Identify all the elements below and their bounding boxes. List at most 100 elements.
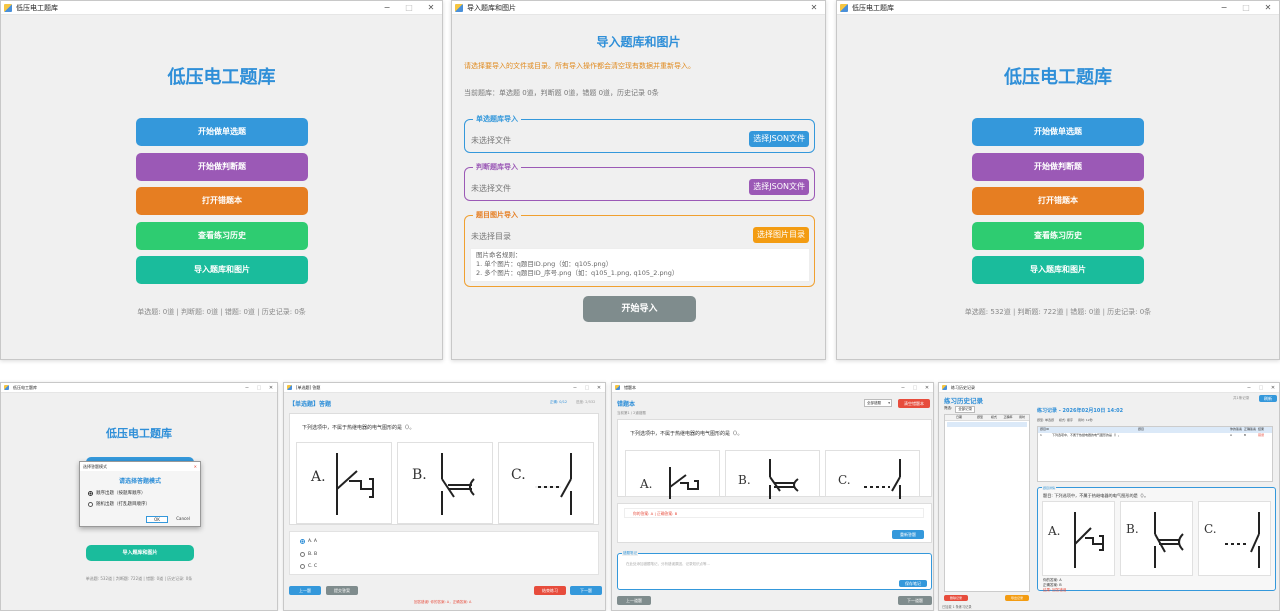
thermal-relay-symbol-c bbox=[535, 453, 572, 515]
next-wrong-button[interactable]: 下一道题 bbox=[898, 596, 932, 605]
single-select-button[interactable]: 选择JSON文件 bbox=[749, 131, 809, 147]
radio-unchecked-icon[interactable] bbox=[88, 501, 93, 507]
minimize-icon[interactable]: − bbox=[1243, 385, 1255, 391]
close-icon[interactable]: ✕ bbox=[420, 3, 442, 12]
start-import-button[interactable]: 开始导入 bbox=[583, 296, 696, 322]
wrongbook-button[interactable]: 打开错题本 bbox=[972, 187, 1144, 215]
dialog-heading: 请选择答题模式 bbox=[118, 478, 161, 485]
wrong-count: 当前第1 / 2道错题 bbox=[617, 411, 646, 415]
refresh-button[interactable]: 刷新 bbox=[1259, 395, 1277, 402]
question-area: 下列选项中，不属于热继电器的电气图形的是（）。 A. B. C. bbox=[617, 419, 932, 499]
rule-single: 1. 单个图片：q题目ID.png（如：q105.png） bbox=[476, 260, 613, 268]
answer-result: 回答错误! 你的答案: A，正确答案: A bbox=[414, 600, 472, 604]
prev-wrong-button[interactable]: 上一道题 bbox=[617, 596, 651, 605]
list-col-rate: 正确率 bbox=[1003, 415, 1013, 419]
figure-b-label: B. bbox=[1126, 522, 1139, 536]
window-title: 低压电工题库 bbox=[852, 3, 894, 12]
thermal-relay-symbol-b bbox=[1154, 512, 1184, 568]
cancel-button[interactable]: Cancel bbox=[172, 516, 194, 523]
maximize-icon[interactable]: □ bbox=[1255, 385, 1267, 391]
option-c[interactable]: C. C bbox=[300, 564, 317, 569]
maximize-icon[interactable]: □ bbox=[1235, 3, 1257, 12]
dialog-close-icon[interactable]: ✕ bbox=[194, 462, 200, 471]
import-warning: 请选择要导入的文件或目录。所有导入操作都会清空现有数据并重新导入。 bbox=[464, 62, 695, 70]
note-group: 错题笔记 在此处添加错题笔记，分析错误原因、记录知识点等... 保存笔记 bbox=[617, 551, 932, 590]
maximize-icon[interactable]: □ bbox=[398, 3, 420, 12]
thermal-relay-symbol-a bbox=[1074, 512, 1104, 568]
radio-unchecked-icon[interactable] bbox=[300, 564, 305, 569]
radio-checked-icon[interactable] bbox=[88, 490, 93, 496]
option-sequential[interactable]: 顺序出题（按题库顺序） bbox=[88, 490, 146, 496]
clear-wrongbook-button[interactable]: 清空错题本 bbox=[898, 399, 930, 408]
option-a-label: A. A bbox=[308, 539, 317, 544]
filter-select[interactable]: 全部记录 bbox=[955, 406, 976, 413]
titlebar: 低压电工题库 − □ ✕ bbox=[1, 383, 277, 393]
close-icon[interactable]: ✕ bbox=[1267, 385, 1279, 391]
filter-select[interactable]: 全部错题 ▾ bbox=[864, 399, 892, 407]
option-random[interactable]: 随机出题（打乱题目顺序） bbox=[88, 501, 150, 507]
close-icon[interactable]: ✕ bbox=[803, 3, 825, 12]
start-single-button[interactable]: 开始做单选题 bbox=[972, 118, 1144, 146]
app-heading: 低压电工题库 bbox=[1004, 67, 1112, 88]
app-icon bbox=[615, 385, 620, 390]
start-judge-button[interactable]: 开始做判断题 bbox=[136, 153, 308, 181]
table-row[interactable]: 1 下列选项中，不属于热继电器的电气图形的是（）。 A B 错误 bbox=[1038, 433, 1272, 439]
list-col-mode: 模式 bbox=[990, 415, 997, 419]
radio-unchecked-icon[interactable] bbox=[300, 552, 305, 557]
footer-status: 已加载 1 条练习记录 bbox=[942, 605, 972, 609]
wrongbook-button[interactable]: 打开错题本 bbox=[136, 187, 308, 215]
close-icon[interactable]: ✕ bbox=[265, 385, 277, 391]
minimize-icon[interactable]: − bbox=[897, 385, 909, 391]
minimize-icon[interactable]: − bbox=[376, 3, 398, 12]
minimize-icon[interactable]: − bbox=[241, 385, 253, 391]
export-record-button[interactable]: 导出记录 bbox=[1005, 595, 1029, 601]
submit-answer-button[interactable]: 提交答案 bbox=[326, 586, 358, 595]
start-judge-button[interactable]: 开始做判断题 bbox=[972, 153, 1144, 181]
window-title: 低压电工题库 bbox=[13, 384, 37, 390]
prev-question-button[interactable]: 上一题 bbox=[289, 586, 321, 595]
option-a[interactable]: A. A bbox=[300, 539, 317, 544]
image-import-label: 题目图片导入 bbox=[473, 210, 521, 220]
next-question-button[interactable]: 下一题 bbox=[570, 586, 602, 595]
thermal-relay-symbol-b bbox=[769, 459, 799, 499]
history-window: 练习历史记录 − □ ✕ 练习历史记录 共1条记录 刷新 筛选: 全部记录 日期… bbox=[938, 382, 1280, 611]
maximize-icon[interactable]: □ bbox=[581, 385, 593, 391]
import-heading: 导入题库和图片 bbox=[596, 35, 681, 49]
radio-checked-icon[interactable] bbox=[300, 539, 305, 544]
redo-button[interactable]: 重新答题 bbox=[892, 530, 924, 539]
import-button[interactable]: 导入题库和图片 bbox=[86, 545, 194, 561]
figure-b: B. bbox=[1120, 501, 1193, 576]
import-button[interactable]: 导入题库和图片 bbox=[136, 256, 308, 284]
judge-select-button[interactable]: 选择JSON文件 bbox=[749, 179, 809, 195]
close-icon[interactable]: ✕ bbox=[921, 385, 933, 391]
maximize-icon[interactable]: □ bbox=[909, 385, 921, 391]
start-single-button[interactable]: 开始做单选题 bbox=[136, 118, 308, 146]
delete-record-button[interactable]: 删除记录 bbox=[944, 595, 968, 601]
minimize-icon[interactable]: − bbox=[569, 385, 581, 391]
mode-select-window: 低压电工题库 − □ ✕ 低压电工题库 导入题库和图片 单选题: 532道 | … bbox=[0, 382, 278, 611]
wrongbook-header: 错题本 bbox=[617, 401, 636, 408]
list-item[interactable] bbox=[947, 422, 1027, 427]
figure-a-label: A. bbox=[640, 477, 653, 491]
import-button[interactable]: 导入题库和图片 bbox=[972, 256, 1144, 284]
maximize-icon[interactable]: □ bbox=[253, 385, 265, 391]
close-icon[interactable]: ✕ bbox=[1257, 3, 1279, 12]
titlebar: 低压电工题库 − □ ✕ bbox=[1, 1, 442, 15]
history-button[interactable]: 查看练习历史 bbox=[972, 222, 1144, 250]
image-select-button[interactable]: 选择图片目录 bbox=[753, 227, 809, 243]
ok-button[interactable]: OK bbox=[146, 516, 168, 523]
note-textarea[interactable]: 在此处添加错题笔记，分析错误原因、记录知识点等... bbox=[622, 560, 928, 578]
option-b[interactable]: B. B bbox=[300, 552, 317, 557]
minimize-icon[interactable]: − bbox=[1213, 3, 1235, 12]
detail-question-text: 题目: 下列选项中，不属于热继电器的电气图形的是（）。 bbox=[1043, 493, 1149, 498]
dialog-title: 选择答题模式 bbox=[83, 464, 107, 469]
question-detail-label: 题目详情 bbox=[1042, 486, 1057, 490]
figure-b-label: B. bbox=[738, 473, 751, 487]
close-icon[interactable]: ✕ bbox=[593, 385, 605, 391]
save-note-button[interactable]: 保存笔记 bbox=[899, 580, 927, 587]
record-count: 共1条记录 bbox=[1233, 396, 1250, 400]
history-button[interactable]: 查看练习历史 bbox=[136, 222, 308, 250]
end-practice-button[interactable]: 结束练习 bbox=[534, 586, 566, 595]
titlebar: 导入题库和图片 ✕ bbox=[452, 1, 825, 15]
list-col-date: 日期 bbox=[955, 415, 962, 419]
